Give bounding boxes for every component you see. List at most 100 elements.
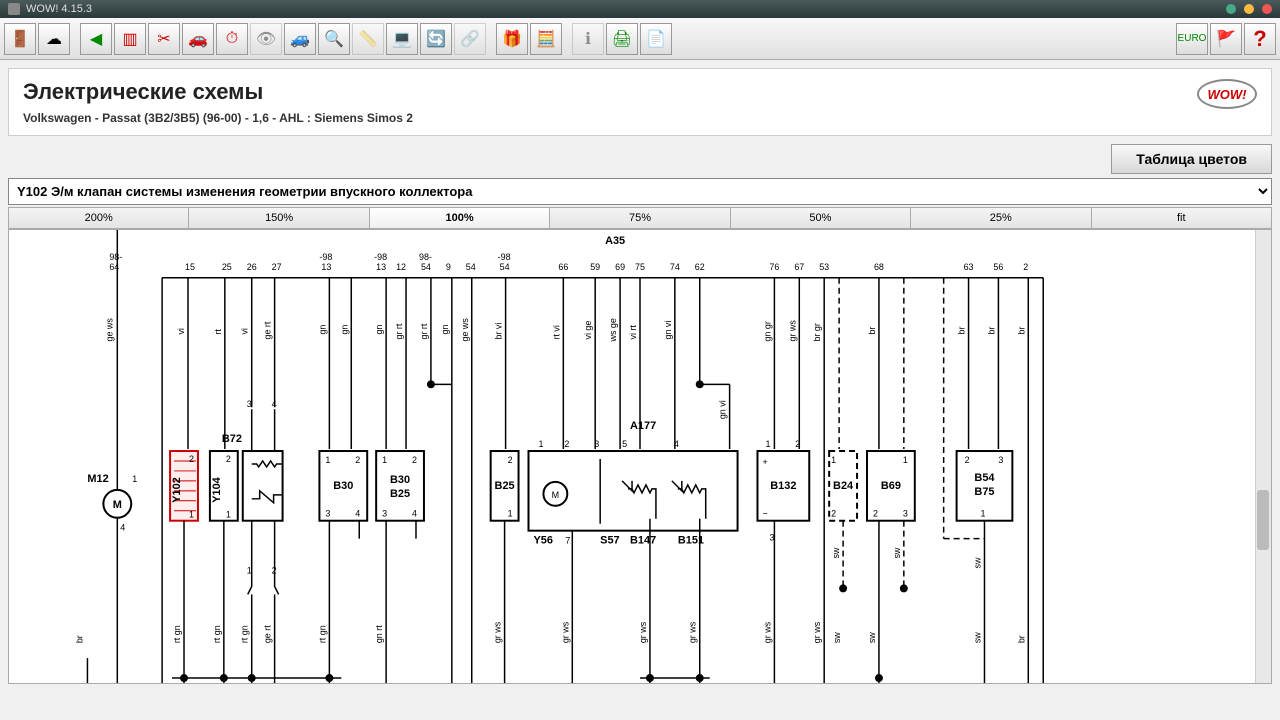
calc-icon[interactable]: 🧮 [530,23,562,55]
component-selector[interactable]: Y102 Э/м клапан системы изменения геомет… [8,178,1272,205]
svg-text:5: 5 [622,439,627,449]
svg-text:-98: -98 [498,252,511,262]
zoom-75[interactable]: 75% [550,208,730,228]
parts-icon[interactable]: 🎁 [496,23,528,55]
maximize-icon[interactable] [1244,4,1254,14]
wiring-diagram[interactable]: A35 98-64 15252627 -9813 -981312 98-5495… [9,230,1271,683]
svg-text:br: br [957,327,967,335]
main-toolbar: 🚪 ☁ ◀ ▥ ✂ 🚗 ⏱ 👁 🚙 🔍 📏 💻 🔄 🔗 🎁 🧮 ℹ 🖨 📄 EU… [0,18,1280,60]
svg-text:1: 1 [831,455,836,465]
svg-text:gr ws: gr ws [787,320,797,342]
weather-icon[interactable]: ☁ [38,23,70,55]
svg-text:B25: B25 [495,480,515,492]
search-icon[interactable]: 🔍 [318,23,350,55]
minimize-icon[interactable] [1226,4,1236,14]
svg-text:2: 2 [564,439,569,449]
svg-text:54: 54 [500,262,510,272]
svg-text:1: 1 [226,510,231,520]
svg-text:B69: B69 [881,480,901,492]
svg-text:2: 2 [508,455,513,465]
svg-text:ws ge: ws ge [608,318,618,342]
svg-text:B147: B147 [630,535,656,547]
svg-text:gr ws: gr ws [812,621,822,643]
svg-text:gr rt: gr rt [419,323,429,339]
svg-text:br: br [1016,635,1026,643]
app-icon [8,3,20,15]
zoom-100[interactable]: 100% [370,208,550,228]
svg-text:gn: gn [317,325,327,335]
flag-icon[interactable]: 🚩 [1210,23,1242,55]
bus-label: A35 [605,235,625,247]
svg-text:1: 1 [132,474,137,484]
svg-text:13: 13 [321,262,331,272]
svg-text:vi: vi [240,328,250,334]
svg-text:sw: sw [867,632,877,643]
zoom-fit[interactable]: fit [1092,208,1271,228]
color-table-button[interactable]: Таблица цветов [1111,144,1272,174]
svg-text:-98: -98 [374,252,387,262]
svg-text:gr ws: gr ws [560,621,570,643]
svg-text:3: 3 [903,509,908,519]
svg-text:B30: B30 [333,480,353,492]
comp-y104: Y104 21 [210,451,238,683]
svg-text:69: 69 [615,262,625,272]
svg-text:1: 1 [325,455,330,465]
svg-text:2: 2 [355,455,360,465]
comp-b72: B72 34 12 [222,399,283,683]
sync-icon[interactable]: 🔄 [420,23,452,55]
svg-text:+: + [762,457,767,467]
clock-icon[interactable]: ⏱ [216,23,248,55]
wire-color-labels: ge ws vi rt vi ge rt gn gn gn gr rt gr r… [104,318,1026,343]
svg-text:98-: 98- [109,252,122,262]
svg-text:2: 2 [873,509,878,519]
close-icon[interactable] [1262,4,1272,14]
svg-text:S57: S57 [600,535,619,547]
svg-text:A177: A177 [630,420,656,432]
svg-text:sw: sw [972,632,982,643]
window-controls [1226,4,1272,14]
svg-text:br gr: br gr [812,323,822,341]
svg-text:12: 12 [396,262,406,272]
svg-text:gr ws: gr ws [638,621,648,643]
svg-text:br: br [1016,327,1026,335]
back-icon[interactable]: ◀ [80,23,112,55]
exit-icon[interactable]: 🚪 [4,23,36,55]
search-car-icon[interactable]: 🚙 [284,23,316,55]
svg-text:67: 67 [794,262,804,272]
svg-text:B75: B75 [974,486,994,498]
svg-text:13: 13 [376,262,386,272]
svg-text:sw: sw [892,547,902,558]
comp-b30b25: B30 B25 12 34 [376,451,424,683]
zoom-200[interactable]: 200% [9,208,189,228]
zoom-50[interactable]: 50% [731,208,911,228]
print-icon[interactable]: 🖨 [606,23,638,55]
doc-icon[interactable]: 📄 [640,23,672,55]
laptop-icon[interactable]: 💻 [386,23,418,55]
svg-text:gn rt: gn rt [374,625,384,643]
svg-text:4: 4 [120,523,125,533]
svg-text:sw: sw [972,557,982,568]
svg-text:gn vi: gn vi [663,321,673,340]
svg-text:B72: B72 [222,433,242,445]
diag-icon[interactable]: ▥ [114,23,146,55]
svg-text:63: 63 [964,262,974,272]
svg-text:3: 3 [382,509,387,519]
bottom-wire-labels: br rt gn rt gn rt gn ge rt rt gn gn rt g… [74,621,1026,683]
svg-text:1: 1 [980,509,985,519]
car-icon[interactable]: 🚗 [182,23,214,55]
euro-icon[interactable]: EURO [1176,23,1208,55]
scrollbar-vertical[interactable] [1255,230,1271,683]
zoom-150[interactable]: 150% [189,208,369,228]
zoom-tabs: 200% 150% 100% 75% 50% 25% fit [8,207,1272,229]
svg-text:B132: B132 [770,480,796,492]
svg-text:53: 53 [819,262,829,272]
help-icon[interactable]: ? [1244,23,1276,55]
scrollbar-thumb[interactable] [1257,490,1269,550]
svg-text:3: 3 [998,455,1003,465]
svg-text:rt gn: rt gn [317,625,327,643]
svg-text:1: 1 [189,510,194,520]
wrench-icon[interactable]: ✂ [148,23,180,55]
svg-text:gr ws: gr ws [762,621,772,643]
svg-text:26: 26 [247,262,257,272]
zoom-25[interactable]: 25% [911,208,1091,228]
